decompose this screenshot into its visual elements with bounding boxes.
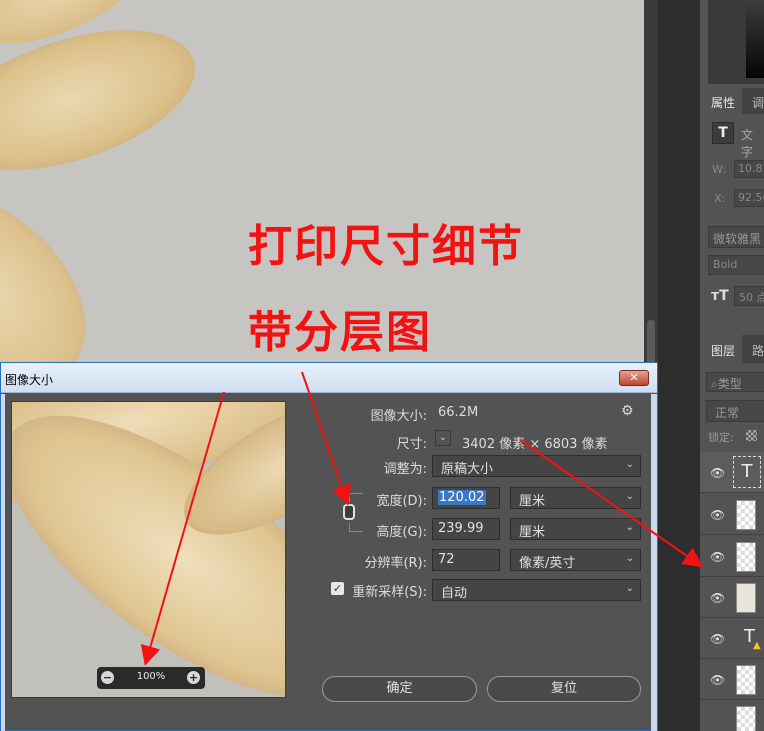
dimensions-toggle-icon[interactable]: ⌄ bbox=[435, 430, 451, 446]
width-unit-value: 厘米 bbox=[519, 494, 546, 509]
eye-icon[interactable]: 👁 bbox=[710, 466, 725, 480]
fit-to-select[interactable]: 原稿大小 ⌄ bbox=[432, 455, 641, 477]
resolution-input[interactable]: 72 bbox=[432, 549, 500, 571]
layer-row[interactable] bbox=[700, 700, 764, 731]
layer-thumbnail bbox=[736, 500, 756, 530]
right-panel: 属性 调 T 文字 W: 10.87 X: 92.56 微软雅黑 Bold ᴛT… bbox=[700, 0, 764, 731]
resolution-label: 分辨率(R): bbox=[364, 556, 427, 571]
width-input[interactable]: 120.02 bbox=[432, 487, 500, 509]
window-frame-left bbox=[1, 394, 5, 731]
layer-filter-field[interactable]: ⌕类型 bbox=[706, 372, 764, 392]
dialog-titlebar[interactable]: 图像大小 ✕ bbox=[1, 363, 657, 393]
resample-value: 自动 bbox=[441, 586, 468, 601]
lock-transparency-icon[interactable] bbox=[746, 430, 757, 441]
layer-row[interactable]: 👁 bbox=[700, 659, 764, 700]
tab-layers[interactable]: 图层 bbox=[700, 335, 742, 363]
layer-thumbnail bbox=[736, 665, 756, 695]
w-label: W: bbox=[712, 163, 726, 176]
layers-tabbar: 图层 路 bbox=[700, 335, 764, 363]
overlay-title-line2: 带分层图 bbox=[248, 307, 432, 358]
resolution-unit-select[interactable]: 像素/英寸 ⌄ bbox=[510, 549, 641, 571]
warning-icon: ▲ bbox=[753, 640, 761, 651]
eye-icon[interactable]: 👁 bbox=[710, 673, 725, 687]
eye-icon[interactable]: 👁 bbox=[710, 591, 725, 605]
width-label: 宽度(D): bbox=[376, 494, 427, 509]
resample-checkbox[interactable]: ✓ bbox=[331, 582, 344, 595]
layer-row[interactable]: 👁 bbox=[700, 577, 764, 618]
dimensions-label: 尺寸: bbox=[396, 437, 427, 452]
font-family-field[interactable]: 微软雅黑 bbox=[708, 226, 764, 248]
fit-to-value: 原稿大小 bbox=[441, 462, 494, 477]
x-field[interactable]: 92.56 bbox=[734, 189, 764, 207]
gear-icon[interactable]: ⚙ bbox=[621, 403, 634, 419]
tab-properties[interactable]: 属性 bbox=[700, 88, 742, 114]
zoom-value: 100% bbox=[136, 671, 166, 682]
chevron-down-icon: ⌄ bbox=[625, 491, 634, 502]
chevron-down-icon: ⌄ bbox=[625, 553, 634, 564]
chevron-down-icon: ⌄ bbox=[625, 522, 634, 533]
tab-adjustments[interactable]: 调 bbox=[752, 94, 764, 111]
height-unit-select[interactable]: 厘米 ⌄ bbox=[510, 518, 641, 540]
fit-to-label: 调整为: bbox=[383, 462, 427, 477]
text-layer-thumb-icon: T bbox=[733, 456, 761, 488]
x-label: X: bbox=[714, 192, 726, 205]
image-size-label: 图像大小: bbox=[370, 409, 427, 424]
eye-icon[interactable]: 👁 bbox=[710, 632, 725, 646]
type-label: 文字 bbox=[741, 128, 754, 159]
eye-icon[interactable]: 👁 bbox=[710, 508, 725, 522]
resolution-unit-value: 像素/英寸 bbox=[519, 556, 576, 571]
properties-tabbar: 属性 调 bbox=[700, 88, 764, 114]
text-layer-type-icon: T bbox=[712, 122, 734, 144]
layer-row[interactable]: 👁 bbox=[700, 494, 764, 535]
ok-button[interactable]: 确定 bbox=[322, 676, 477, 702]
font-style-field[interactable]: Bold bbox=[708, 255, 764, 275]
lock-label: 锁定: bbox=[708, 431, 734, 444]
w-field[interactable]: 10.87 bbox=[734, 160, 764, 178]
color-preview bbox=[708, 0, 764, 84]
panel-divider bbox=[658, 0, 700, 731]
resample-label: 重新采样(S): bbox=[352, 585, 427, 600]
layer-thumbnail bbox=[736, 542, 756, 572]
image-preview[interactable]: − 100% + bbox=[11, 401, 286, 698]
layer-thumbnail bbox=[736, 583, 756, 613]
width-unit-select[interactable]: 厘米 ⌄ bbox=[510, 487, 641, 509]
layer-row[interactable]: 👁 T bbox=[700, 452, 764, 493]
window-frame-right bbox=[651, 394, 657, 731]
search-icon: ⌕ bbox=[711, 377, 718, 391]
close-button[interactable]: ✕ bbox=[619, 370, 649, 386]
blend-mode-field[interactable]: 正常 bbox=[706, 400, 764, 422]
overlay-title-line1: 打印尺寸细节 bbox=[248, 221, 524, 272]
reset-button[interactable]: 复位 bbox=[487, 676, 641, 702]
font-size-icon: ᴛT bbox=[711, 288, 729, 304]
font-size-field[interactable]: 50 点 bbox=[734, 286, 764, 306]
layer-row[interactable]: 👁 T ▲ bbox=[700, 618, 764, 659]
height-label: 高度(G): bbox=[376, 525, 427, 540]
layer-row[interactable]: 👁 bbox=[700, 536, 764, 577]
tab-paths[interactable]: 路 bbox=[752, 342, 764, 359]
image-size-dialog: 图像大小 ✕ − 100% + 图像大小: 66.2M ⚙ 尺寸: ⌄ 3402… bbox=[0, 362, 658, 731]
zoom-in-icon[interactable]: + bbox=[187, 671, 200, 684]
height-input[interactable]: 239.99 bbox=[432, 518, 500, 540]
dialog-title: 图像大小 bbox=[5, 373, 54, 387]
resample-select[interactable]: 自动 ⌄ bbox=[432, 579, 641, 601]
dimensions-value: 3402 像素 × 6803 像素 bbox=[462, 437, 608, 452]
preview-zoom-control: − 100% + bbox=[97, 667, 205, 689]
chevron-down-icon: ⌄ bbox=[625, 459, 634, 470]
width-value: 120.02 bbox=[438, 490, 486, 505]
image-size-value: 66.2M bbox=[438, 405, 479, 420]
eye-icon[interactable]: 👁 bbox=[710, 550, 725, 564]
height-unit-value: 厘米 bbox=[519, 525, 546, 540]
kind-filter-label: 类型 bbox=[717, 377, 742, 391]
layer-thumbnail bbox=[736, 706, 756, 731]
zoom-out-icon[interactable]: − bbox=[101, 671, 114, 684]
chevron-down-icon: ⌄ bbox=[625, 583, 634, 594]
